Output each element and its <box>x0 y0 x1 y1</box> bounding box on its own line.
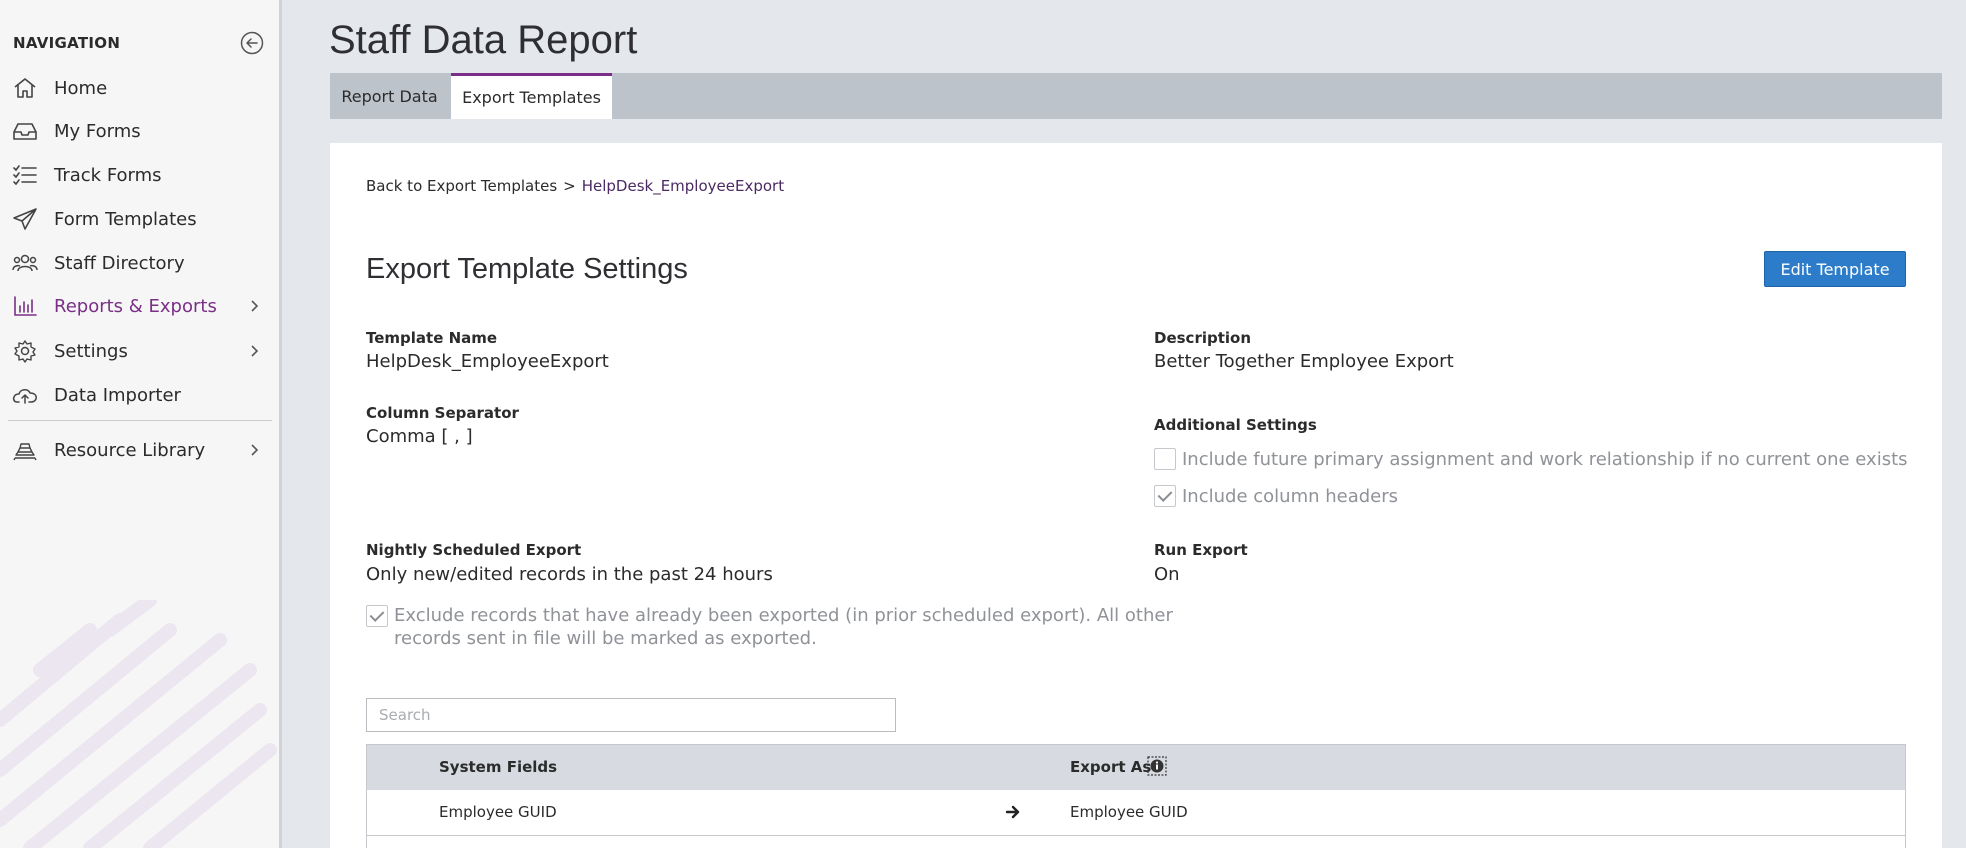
include-future-checkbox[interactable] <box>1154 448 1176 470</box>
column-header-export-as: Export As <box>1070 758 1152 776</box>
cloud-upload-icon <box>12 389 37 404</box>
nav-header: NAVIGATION <box>13 34 121 52</box>
column-header-system-fields: System Fields <box>439 758 558 776</box>
chevron-right-icon <box>251 345 259 357</box>
sidebar-item-label: Settings <box>54 340 128 362</box>
template-name-value: HelpDesk_EmployeeExport <box>366 351 609 372</box>
sidebar-item-resource-library[interactable]: Resource Library <box>0 430 279 470</box>
chevron-right-icon <box>251 444 259 456</box>
exclude-exported-checkbox[interactable] <box>366 605 388 627</box>
nightly-export-value: Only new/edited records in the past 24 h… <box>366 564 773 585</box>
include-future-label: Include future primary assignment and wo… <box>1182 449 1908 470</box>
bar-chart-icon <box>14 296 37 316</box>
template-name-label: Template Name <box>366 329 498 347</box>
sidebar-item-label: Home <box>54 77 108 99</box>
tab-export-templates[interactable]: Export Templates <box>451 73 612 119</box>
sidebar-item-my-forms[interactable]: My Forms <box>0 111 279 151</box>
description-label: Description <box>1154 329 1252 347</box>
sidebar-item-label: Track Forms <box>54 164 162 186</box>
sidebar-item-data-importer[interactable]: Data Importer <box>0 375 279 415</box>
sidebar-item-label: Form Templates <box>54 208 197 230</box>
decorative-pattern <box>0 600 277 848</box>
sidebar-item-label: Reports & Exports <box>54 295 217 317</box>
breadcrumb-current: HelpDesk_EmployeeExport <box>581 177 785 195</box>
nightly-export-label: Nightly Scheduled Export <box>366 541 582 559</box>
include-headers-label: Include column headers <box>1182 486 1399 507</box>
sidebar-item-reports-exports[interactable]: Reports & Exports <box>0 286 279 326</box>
arrow-right-icon <box>1005 805 1020 819</box>
library-icon <box>13 443 37 461</box>
additional-settings-label: Additional Settings <box>1154 416 1317 434</box>
table-header: System Fields Export As <box>366 744 1906 791</box>
exclude-label-line2: records sent in file will be marked as e… <box>394 628 817 649</box>
breadcrumb-back-link[interactable]: Back to Export Templates <box>366 177 557 195</box>
sidebar: NAVIGATION Home My Forms Track Forms For… <box>0 0 282 848</box>
nav-divider <box>8 420 272 421</box>
table-row[interactable]: Employee GUID Employee GUID <box>366 790 1906 836</box>
sidebar-item-staff-directory[interactable]: Staff Directory <box>0 243 279 283</box>
chevron-right-icon <box>251 300 259 312</box>
column-separator-value: Comma [ , ] <box>366 426 473 447</box>
people-icon <box>12 254 38 272</box>
table-row <box>366 836 1906 848</box>
sidebar-item-label: Staff Directory <box>54 252 185 274</box>
sidebar-item-label: Resource Library <box>54 439 206 461</box>
run-export-value: On <box>1154 564 1180 585</box>
run-export-label: Run Export <box>1154 541 1248 559</box>
paper-plane-icon <box>13 208 37 230</box>
tab-report-data[interactable]: Report Data <box>330 73 449 119</box>
sidebar-item-label: Data Importer <box>54 384 181 406</box>
system-field-cell: Employee GUID <box>439 803 557 821</box>
content-card <box>330 143 1942 848</box>
breadcrumb-separator: > <box>563 177 576 195</box>
sidebar-item-form-templates[interactable]: Form Templates <box>0 199 279 239</box>
column-separator-label: Column Separator <box>366 404 519 422</box>
edit-template-button[interactable]: Edit Template <box>1764 251 1906 287</box>
exclude-exported-label: Exclude records that have already been e… <box>394 604 1173 650</box>
sidebar-item-track-forms[interactable]: Track Forms <box>0 155 279 195</box>
breadcrumb: Back to Export Templates > HelpDesk_Employ… <box>366 177 784 195</box>
home-icon <box>14 78 36 98</box>
sidebar-item-home[interactable]: Home <box>0 68 279 108</box>
include-headers-checkbox[interactable] <box>1154 485 1176 507</box>
page-title: Staff Data Report <box>329 18 638 62</box>
sidebar-item-settings[interactable]: Settings <box>0 331 279 371</box>
search-input[interactable] <box>366 698 896 732</box>
tab-bar: Report Data Export Templates <box>330 73 1942 119</box>
info-icon[interactable] <box>1147 756 1167 776</box>
section-title: Export Template Settings <box>366 253 688 285</box>
export-as-cell: Employee GUID <box>1070 803 1188 821</box>
description-value: Better Together Employee Export <box>1154 351 1454 372</box>
inbox-icon <box>13 123 37 140</box>
sidebar-item-label: My Forms <box>54 120 141 142</box>
exclude-label-line1: Exclude records that have already been e… <box>394 605 1173 626</box>
collapse-sidebar-icon[interactable] <box>240 31 264 55</box>
checklist-icon <box>13 165 37 186</box>
gear-icon <box>14 340 36 363</box>
